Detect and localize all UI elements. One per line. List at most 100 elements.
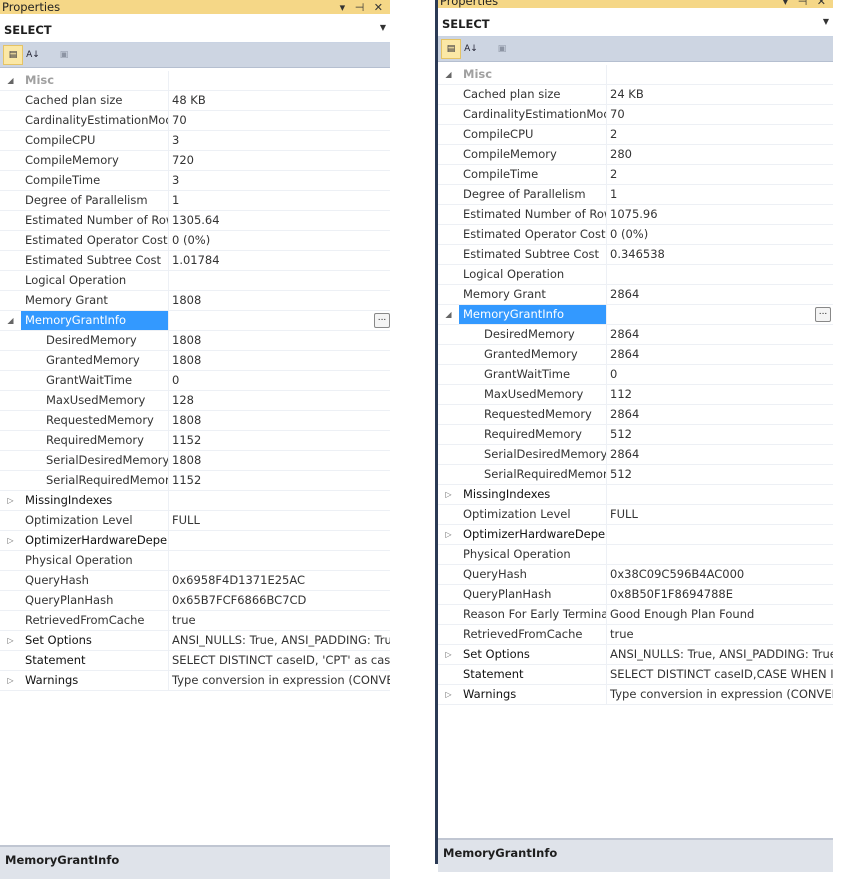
property-name[interactable]: GrantedMemory: [459, 345, 607, 364]
property-name[interactable]: CompileMemory: [21, 151, 169, 170]
property-value[interactable]: 0 (0%): [607, 225, 833, 244]
property-name[interactable]: OptimizerHardwareDependentProperties: [21, 531, 169, 550]
property-name[interactable]: DesiredMemory: [21, 331, 169, 350]
property-value[interactable]: 720: [169, 151, 390, 170]
property-value[interactable]: 280: [607, 145, 833, 164]
property-name[interactable]: CompileTime: [21, 171, 169, 190]
property-name[interactable]: SerialDesiredMemory: [21, 451, 169, 470]
property-name[interactable]: MaxUsedMemory: [459, 385, 607, 404]
property-value[interactable]: [607, 265, 833, 284]
property-value[interactable]: 0x6958F4D1371E25AC: [169, 571, 390, 590]
property-value[interactable]: 1808: [169, 291, 390, 310]
property-row[interactable]: Optimization Level FULL: [438, 505, 833, 525]
property-row[interactable]: SerialRequiredMemory 512: [438, 465, 833, 485]
property-name[interactable]: Optimization Level: [459, 505, 607, 524]
property-value[interactable]: 1808: [169, 411, 390, 430]
property-row[interactable]: Estimated Number of Rows 1305.64: [0, 211, 390, 231]
property-row[interactable]: RetrievedFromCache true: [438, 625, 833, 645]
ellipsis-button[interactable]: ...: [815, 307, 831, 322]
expand-icon[interactable]: ▷: [0, 531, 21, 550]
property-name[interactable]: RequestedMemory: [21, 411, 169, 430]
expand-icon[interactable]: ▷: [438, 645, 459, 664]
property-row[interactable]: QueryHash 0x6958F4D1371E25AC: [0, 571, 390, 591]
property-value[interactable]: SELECT DISTINCT caseID,CASE WHEN ISNULL: [607, 665, 833, 684]
property-name[interactable]: GrantWaitTime: [459, 365, 607, 384]
property-name[interactable]: Estimated Operator Cost: [459, 225, 607, 244]
property-name[interactable]: QueryHash: [21, 571, 169, 590]
property-value[interactable]: 24 KB: [607, 85, 833, 104]
property-value[interactable]: [169, 71, 390, 90]
property-name[interactable]: CompileCPU: [21, 131, 169, 150]
expand-icon[interactable]: ▷: [438, 685, 459, 704]
collapse-icon[interactable]: ◢: [438, 65, 459, 84]
property-value[interactable]: 1152: [169, 431, 390, 450]
property-value[interactable]: 512: [607, 425, 833, 444]
property-row[interactable]: SerialDesiredMemory 2864: [438, 445, 833, 465]
window-controls[interactable]: ▾ ⊣ ✕: [783, 0, 829, 8]
property-row[interactable]: Logical Operation: [0, 271, 390, 291]
property-name[interactable]: Statement: [459, 665, 607, 684]
property-value[interactable]: 0: [169, 371, 390, 390]
property-row[interactable]: GrantWaitTime 0: [0, 371, 390, 391]
property-row[interactable]: RequestedMemory 2864: [438, 405, 833, 425]
property-name[interactable]: MemoryGrantInfo: [459, 305, 607, 324]
property-row[interactable]: QueryPlanHash 0x65B7FCF6866BC7CD: [0, 591, 390, 611]
property-row[interactable]: Statement SELECT DISTINCT caseID,CASE WHE…: [438, 665, 833, 685]
property-row[interactable]: Estimated Number of Rows 1075.96: [438, 205, 833, 225]
property-row[interactable]: SerialRequiredMemory 1152: [0, 471, 390, 491]
property-row[interactable]: Physical Operation: [0, 551, 390, 571]
property-name[interactable]: CardinalityEstimationModel: [459, 105, 607, 124]
property-row[interactable]: Estimated Subtree Cost 1.01784: [0, 251, 390, 271]
property-row[interactable]: CardinalityEstimationModel 70: [438, 105, 833, 125]
collapse-icon[interactable]: ◢: [0, 71, 21, 90]
property-name[interactable]: Statement: [21, 651, 169, 670]
property-name[interactable]: GrantWaitTime: [21, 371, 169, 390]
ellipsis-button[interactable]: ...: [374, 313, 390, 328]
property-name[interactable]: Optimization Level: [21, 511, 169, 530]
property-row[interactable]: ▷OptimizerHardwareDependentProperties: [0, 531, 390, 551]
property-value[interactable]: 1075.96: [607, 205, 833, 224]
property-value[interactable]: 1: [169, 191, 390, 210]
property-value[interactable]: true: [607, 625, 833, 644]
property-row[interactable]: CompileCPU 2: [438, 125, 833, 145]
property-name[interactable]: SerialRequiredMemory: [459, 465, 607, 484]
property-name[interactable]: MissingIndexes: [21, 491, 169, 510]
property-value[interactable]: 3: [169, 171, 390, 190]
property-name[interactable]: DesiredMemory: [459, 325, 607, 344]
property-name[interactable]: Reason For Early Termination: [459, 605, 607, 624]
property-value[interactable]: 0x8B50F1F8694788E: [607, 585, 833, 604]
expand-icon[interactable]: ▷: [0, 491, 21, 510]
property-value[interactable]: 0x38C09C596B4AC000: [607, 565, 833, 584]
property-row[interactable]: ▷ MissingIndexes: [438, 485, 833, 505]
property-value[interactable]: 3: [169, 131, 390, 150]
property-name[interactable]: Memory Grant: [21, 291, 169, 310]
category-label[interactable]: Misc: [459, 65, 607, 84]
property-row[interactable]: QueryHash 0x38C09C596B4AC000: [438, 565, 833, 585]
property-value[interactable]: 2864: [607, 405, 833, 424]
property-value[interactable]: Good Enough Plan Found: [607, 605, 833, 624]
expand-icon[interactable]: ▷: [0, 671, 21, 690]
property-row[interactable]: Logical Operation: [438, 265, 833, 285]
property-row[interactable]: Degree of Parallelism 1: [438, 185, 833, 205]
property-value[interactable]: [607, 65, 833, 84]
property-name[interactable]: QueryPlanHash: [21, 591, 169, 610]
property-value[interactable]: 1808: [169, 331, 390, 350]
property-value[interactable]: 2864: [607, 325, 833, 344]
property-row[interactable]: MaxUsedMemory 128: [0, 391, 390, 411]
categorized-icon[interactable]: ▤: [3, 45, 23, 65]
property-name[interactable]: Warnings: [21, 671, 169, 690]
property-value[interactable]: 2: [607, 165, 833, 184]
property-row[interactable]: Memory Grant 1808: [0, 291, 390, 311]
property-name[interactable]: Memory Grant: [459, 285, 607, 304]
property-value[interactable]: 1808: [169, 451, 390, 470]
chevron-down-icon[interactable]: ▼: [823, 17, 829, 26]
property-row[interactable]: Optimization Level FULL: [0, 511, 390, 531]
alphabetical-icon[interactable]: A↓: [24, 46, 42, 64]
property-value[interactable]: [607, 305, 833, 324]
property-value[interactable]: [607, 485, 833, 504]
property-pages-icon[interactable]: ▣: [493, 40, 511, 58]
property-name[interactable]: MaxUsedMemory: [21, 391, 169, 410]
property-row[interactable]: Cached plan size 24 KB: [438, 85, 833, 105]
property-row[interactable]: RetrievedFromCache true: [0, 611, 390, 631]
expand-icon[interactable]: ▷: [438, 525, 459, 544]
